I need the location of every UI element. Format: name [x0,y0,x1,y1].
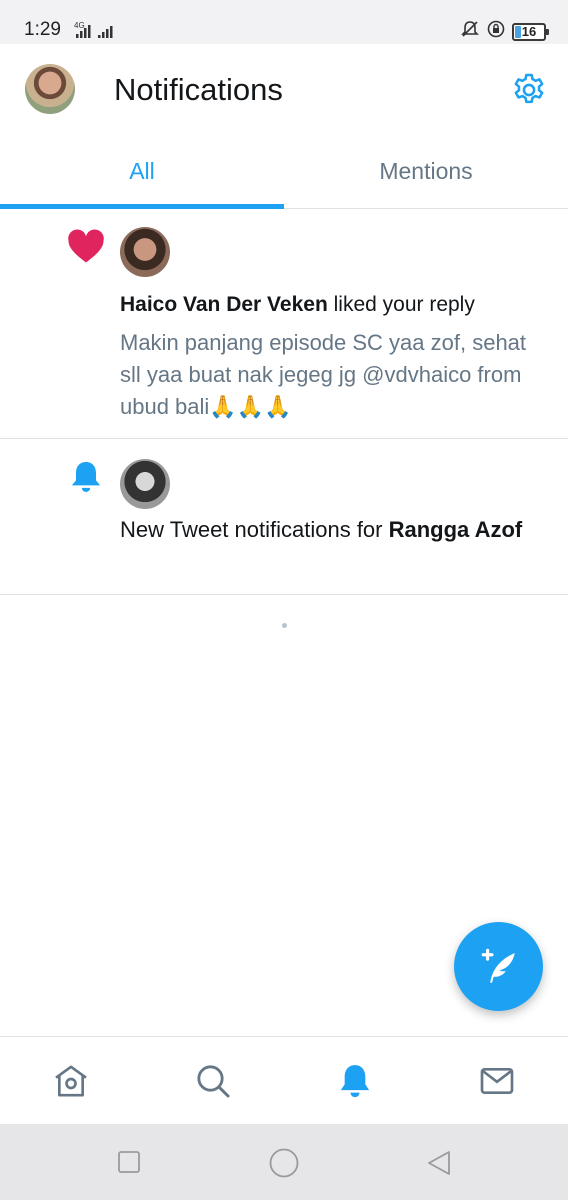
search-icon[interactable] [193,1061,233,1101]
heart-icon [66,227,106,267]
network-type: 4G [74,21,85,30]
user-avatar[interactable] [120,459,170,509]
tab-mentions[interactable]: Mentions [284,134,568,208]
user-avatar[interactable] [120,227,170,277]
notification-user[interactable]: Rangga Azof [389,517,523,542]
messages-envelope-icon[interactable] [477,1061,517,1101]
notification-user[interactable]: Haico Van Der Veken [120,293,328,316]
home-circle-icon[interactable] [268,1147,300,1184]
system-navigation-bar [0,1124,568,1200]
notification-item[interactable]: Haico Van Der Veken liked your reply Mak… [0,209,568,439]
status-bar: 1:29 4G 16 [0,0,568,44]
status-time: 1:29 [24,19,61,40]
rotation-lock-icon [486,19,506,44]
notification-tabs: All Mentions [0,134,568,209]
notification-prefix: New Tweet notifications for [120,517,389,542]
notification-action: liked your reply [327,293,475,316]
notification-body: Makin panjang episode SC yaa zof, sehat … [120,330,527,419]
recent-apps-square-icon[interactable] [117,1150,141,1179]
loading-indicator [282,623,287,628]
notifications-bell-icon[interactable] [335,1061,375,1101]
notification-headline: Haico Van Der Veken liked your reply [120,289,550,320]
home-icon[interactable] [51,1061,91,1101]
bell-icon [66,457,106,497]
tab-all[interactable]: All [0,134,284,209]
page-title: Notifications [114,72,283,107]
signal-icon: 4G [70,20,118,45]
settings-gear-icon[interactable] [510,71,548,109]
bottom-navigation [0,1036,568,1124]
battery-level: 16 [521,23,537,39]
compose-tweet-button[interactable] [454,922,543,1011]
profile-avatar[interactable] [25,64,75,114]
battery-icon: 16 [512,22,549,41]
notification-headline: New Tweet notifications for Rangga Azof [120,514,550,546]
app-header: Notifications [0,44,568,134]
mute-icon [460,19,480,44]
compose-feather-icon [481,948,515,983]
notification-item[interactable]: New Tweet notifications for Rangga Azof [0,439,568,595]
back-triangle-icon[interactable] [425,1149,453,1182]
